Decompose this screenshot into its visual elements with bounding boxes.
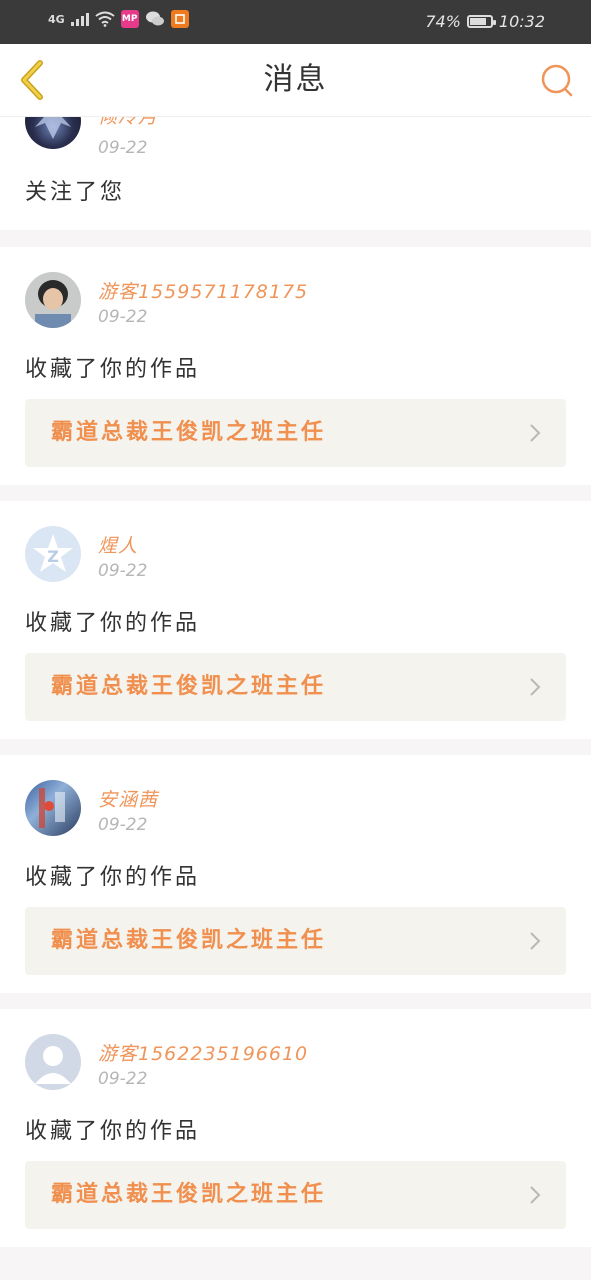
message-card[interactable]: 游客1559571178175 09-22 收藏了你的作品 霸道总裁王俊凯之班主…	[0, 247, 591, 485]
battery-icon	[466, 15, 496, 28]
work-link[interactable]: 霸道总裁王俊凯之班主任	[25, 1161, 566, 1229]
status-right: 74% 10:32	[425, 12, 545, 31]
message-date: 09-22	[98, 1069, 148, 1089]
chevron-right-icon	[530, 932, 541, 950]
work-title: 霸道总裁王俊凯之班主任	[51, 928, 327, 953]
wechat-icon	[145, 11, 164, 26]
status-bar: 4G MP 74% 10:32	[0, 0, 591, 44]
username[interactable]: 游客1562235196610	[98, 1039, 308, 1066]
chevron-right-icon	[530, 678, 541, 696]
mp-app-icon: MP	[120, 10, 139, 28]
avatar[interactable]	[25, 272, 81, 328]
avatar[interactable]	[25, 116, 81, 149]
page-title: 消息	[263, 62, 328, 97]
chevron-right-icon	[530, 424, 541, 442]
message-card[interactable]: Z 煋人 09-22 收藏了你的作品 霸道总裁王俊凯之班主任	[0, 501, 591, 739]
message-card[interactable]: 游客1562235196610 09-22 收藏了你的作品 霸道总裁王俊凯之班主…	[0, 1009, 591, 1247]
work-title: 霸道总裁王俊凯之班主任	[51, 420, 327, 445]
battery-percent: 74%	[425, 12, 461, 31]
work-link[interactable]: 霸道总裁王俊凯之班主任	[25, 653, 566, 721]
work-link[interactable]: 霸道总裁王俊凯之班主任	[25, 399, 566, 467]
username[interactable]: 游客1559571178175	[98, 277, 308, 304]
avatar[interactable]: Z	[25, 526, 81, 582]
work-title: 霸道总裁王俊凯之班主任	[51, 674, 327, 699]
message-list[interactable]: 倾冷月 09-22 关注了您 游客1559571178175 09-22 收藏了…	[0, 116, 591, 1280]
signal-icon	[70, 12, 89, 26]
messages-screen: 4G MP 74% 10:32 消息 倾冷月 09-22 关注了您 游客1559…	[0, 0, 591, 1280]
username[interactable]: 倾冷月	[98, 116, 158, 129]
message-date: 09-22	[98, 561, 148, 581]
username[interactable]: 安涵茜	[98, 785, 158, 812]
message-card[interactable]: 安涵茜 09-22 收藏了你的作品 霸道总裁王俊凯之班主任	[0, 755, 591, 993]
battery-fill	[469, 18, 487, 25]
username[interactable]: 煋人	[98, 531, 138, 558]
work-link[interactable]: 霸道总裁王俊凯之班主任	[25, 907, 566, 975]
clock: 10:32	[498, 12, 545, 31]
avatar[interactable]	[25, 1034, 81, 1090]
chevron-right-icon	[530, 1186, 541, 1204]
work-title: 霸道总裁王俊凯之班主任	[51, 1182, 327, 1207]
message-date: 09-22	[98, 815, 148, 835]
app-icon	[170, 10, 189, 28]
message-action: 收藏了你的作品	[25, 1119, 201, 1144]
message-action: 收藏了你的作品	[25, 357, 201, 382]
network-type: 4G	[48, 12, 65, 26]
message-action: 收藏了你的作品	[25, 611, 201, 636]
message-date: 09-22	[98, 307, 148, 327]
message-action: 关注了您	[25, 180, 126, 205]
svg-text:Z: Z	[47, 547, 59, 566]
message-date: 09-22	[98, 138, 148, 158]
status-left: 4G MP	[48, 10, 189, 28]
message-action: 收藏了你的作品	[25, 865, 201, 890]
search-button[interactable]	[537, 60, 577, 100]
message-card[interactable]: 倾冷月 09-22 关注了您	[0, 116, 591, 230]
avatar[interactable]	[25, 780, 81, 836]
search-icon	[541, 64, 573, 97]
wifi-icon	[95, 11, 115, 27]
app-header: 消息	[0, 44, 591, 117]
